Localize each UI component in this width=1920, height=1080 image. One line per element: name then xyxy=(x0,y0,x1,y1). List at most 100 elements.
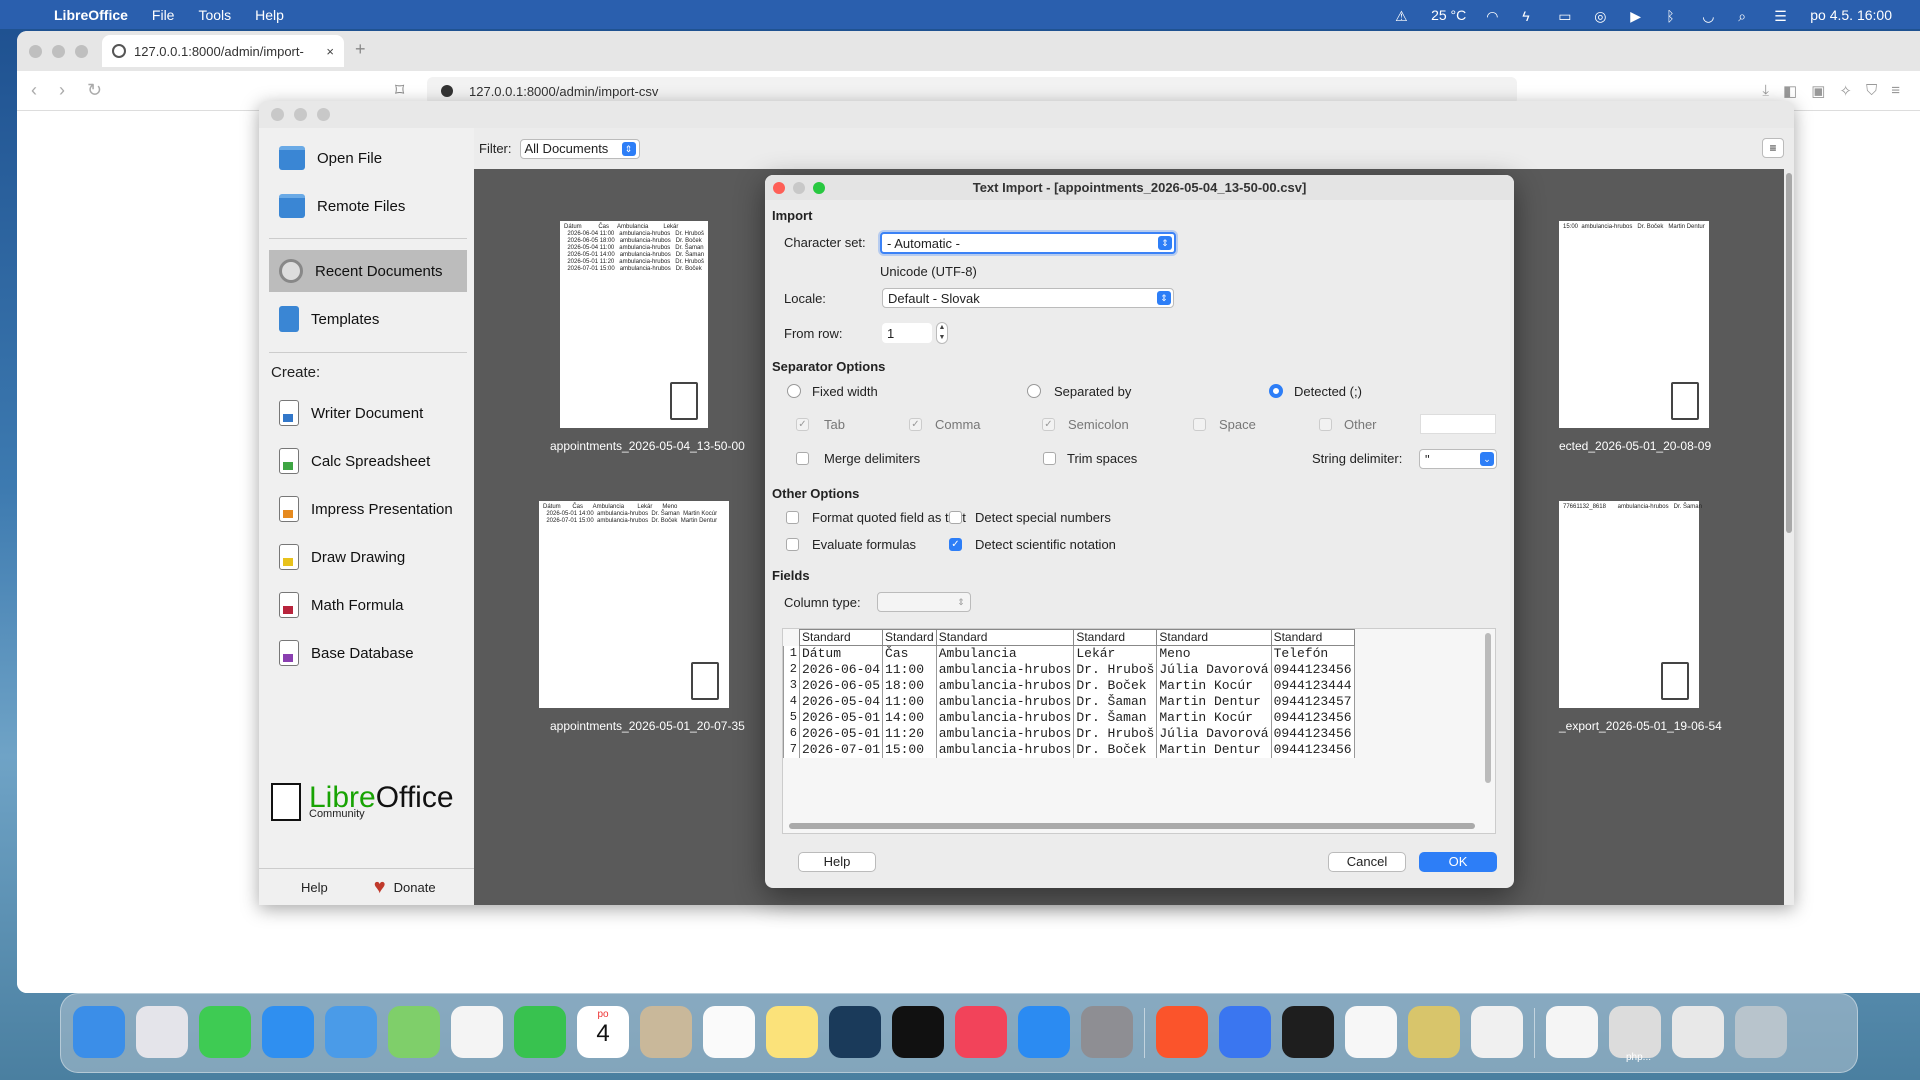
libreoffice-icon[interactable] xyxy=(1471,1006,1523,1058)
remote-files-button[interactable]: Remote Files xyxy=(269,185,467,227)
column-type-select[interactable]: ⇕ xyxy=(877,592,971,612)
create-impress-button[interactable]: Impress Presentation xyxy=(269,488,467,530)
menubar-clock[interactable]: po 4.5. 16:00 xyxy=(1810,7,1892,23)
back-icon[interactable]: ‹ xyxy=(31,80,37,101)
menu-icon[interactable]: ≡ xyxy=(1891,82,1900,100)
scrollbar-thumb[interactable] xyxy=(1786,173,1792,533)
recent-thumbnail[interactable]: 77661132_8618 ambulancia-hrubos Dr. Šama… xyxy=(1559,501,1702,708)
window-preview-icon[interactable] xyxy=(1609,1006,1661,1058)
extensions-icon[interactable]: ✧ xyxy=(1839,82,1852,100)
calendar-icon[interactable]: po 4 xyxy=(577,1006,629,1058)
browser-tab[interactable]: 127.0.0.1:8000/admin/import- × xyxy=(102,35,344,67)
dialog-minimize-button[interactable] xyxy=(793,181,805,194)
semicolon-checkbox[interactable]: ✓ xyxy=(1042,418,1055,431)
terminal-icon[interactable] xyxy=(1282,1006,1334,1058)
contacts-icon[interactable] xyxy=(640,1006,692,1058)
heart-icon[interactable]: ♥ xyxy=(374,876,386,899)
recent-file-label[interactable]: ected_2026-05-01_20-08-09 xyxy=(1559,439,1711,453)
recent-scrollbar[interactable] xyxy=(1784,169,1794,905)
create-calc-button[interactable]: Calc Spreadsheet xyxy=(269,440,467,482)
column-type-header[interactable]: Standard xyxy=(1156,629,1272,646)
search-icon[interactable]: ⌕ xyxy=(1738,8,1754,24)
recent-file-label[interactable]: appointments_2026-05-01_20-07-35 xyxy=(550,719,745,733)
recent-thumbnail[interactable]: 15:00 ambulancia-hrubos Dr. Boček Martin… xyxy=(1559,221,1709,428)
preview-vertical-scrollbar[interactable] xyxy=(1485,633,1491,783)
headphones-icon[interactable]: ◠ xyxy=(1486,8,1502,24)
wallet-icon[interactable]: ▣ xyxy=(1811,82,1825,100)
column-type-header[interactable]: Standard xyxy=(935,629,1075,646)
open-file-button[interactable]: Open File xyxy=(269,137,467,179)
signal-icon[interactable] xyxy=(1219,1006,1271,1058)
create-base-button[interactable]: Base Database xyxy=(269,632,467,674)
bookmark-icon[interactable]: ⌑ xyxy=(395,80,404,101)
evaluate-formulas-checkbox[interactable] xyxy=(786,538,799,551)
facetime-icon[interactable] xyxy=(514,1006,566,1058)
url-text[interactable]: 127.0.0.1:8000/admin/import-csv xyxy=(469,84,658,99)
recent-file-label[interactable]: _export_2026-05-01_19-06-54 xyxy=(1559,719,1722,733)
templates-button[interactable]: Templates xyxy=(269,298,467,340)
window-preview-icon[interactable] xyxy=(1672,1006,1724,1058)
control-center-icon[interactable]: ☰ xyxy=(1774,8,1790,24)
wifi-icon[interactable]: ◡ xyxy=(1702,8,1718,24)
weather-icon[interactable]: ⚠ xyxy=(1395,8,1411,24)
create-writer-button[interactable]: Writer Document xyxy=(269,392,467,434)
lo-minimize-button[interactable] xyxy=(294,108,307,121)
merge-delimiters-checkbox[interactable] xyxy=(796,452,809,465)
app-store-icon[interactable] xyxy=(1018,1006,1070,1058)
safari-icon[interactable] xyxy=(262,1006,314,1058)
charset-select[interactable]: - Automatic - ⇕ xyxy=(880,232,1176,254)
preview-horizontal-scrollbar[interactable] xyxy=(789,823,1475,829)
create-math-button[interactable]: Math Formula xyxy=(269,584,467,626)
menu-help[interactable]: Help xyxy=(255,7,284,23)
string-delimiter-select[interactable]: " ⌄ xyxy=(1419,449,1497,469)
dialog-zoom-button[interactable] xyxy=(813,181,825,194)
lo-zoom-button[interactable] xyxy=(317,108,330,121)
close-window-button[interactable] xyxy=(29,44,42,58)
column-type-header[interactable]: Standard xyxy=(882,629,937,646)
zoom-window-button[interactable] xyxy=(75,44,88,58)
reload-icon[interactable]: ↻ xyxy=(87,80,102,101)
temperature-text[interactable]: 25 °C xyxy=(1431,7,1466,23)
cyberduck-icon[interactable] xyxy=(1408,1006,1460,1058)
recent-menu-button[interactable]: ≡ xyxy=(1762,138,1784,158)
document-icon[interactable] xyxy=(1546,1006,1598,1058)
brave-icon[interactable] xyxy=(1156,1006,1208,1058)
locale-select[interactable]: Default - Slovak ⇕ xyxy=(882,288,1174,308)
music-icon[interactable] xyxy=(955,1006,1007,1058)
lo-close-button[interactable] xyxy=(271,108,284,121)
dialog-close-button[interactable] xyxy=(773,181,785,194)
vpn-icon[interactable]: ⛉ xyxy=(1866,82,1877,100)
notes-icon[interactable] xyxy=(766,1006,818,1058)
from-row-input[interactable]: 1 xyxy=(882,323,932,343)
donate-link[interactable]: Donate xyxy=(394,880,436,895)
launchpad-icon[interactable] xyxy=(136,1006,188,1058)
filter-select[interactable]: All Documents ⇕ xyxy=(519,138,640,159)
bolt-icon[interactable]: ϟ xyxy=(1522,8,1538,24)
tab-close-icon[interactable]: × xyxy=(326,44,334,59)
help-button[interactable]: Help xyxy=(798,852,876,872)
maps-icon[interactable] xyxy=(388,1006,440,1058)
detect-special-checkbox[interactable] xyxy=(949,511,962,524)
spreadsheet-icon[interactable] xyxy=(1345,1006,1397,1058)
recent-thumbnail[interactable]: Dátum Čas Ambulancia Lekár Meno 2026-05-… xyxy=(539,501,729,708)
play-icon[interactable]: ▶ xyxy=(1630,8,1646,24)
system-settings-icon[interactable] xyxy=(1081,1006,1133,1058)
other-checkbox[interactable] xyxy=(1319,418,1332,431)
reminders-icon[interactable] xyxy=(703,1006,755,1058)
site-info-icon[interactable] xyxy=(441,85,453,97)
forward-icon[interactable]: › xyxy=(59,80,65,101)
separated-by-radio[interactable] xyxy=(1027,384,1041,398)
help-link[interactable]: Help xyxy=(301,880,328,895)
from-row-stepper[interactable]: ▲ ▼ xyxy=(936,322,948,344)
photos-icon[interactable] xyxy=(451,1006,503,1058)
menu-tools[interactable]: Tools xyxy=(198,7,231,23)
airdrop-icon[interactable]: ◎ xyxy=(1594,8,1610,24)
create-draw-button[interactable]: Draw Drawing xyxy=(269,536,467,578)
freeform-icon[interactable] xyxy=(829,1006,881,1058)
fixed-width-radio[interactable] xyxy=(787,384,801,398)
ok-button[interactable]: OK xyxy=(1419,852,1497,872)
space-checkbox[interactable] xyxy=(1193,418,1206,431)
messages-icon[interactable] xyxy=(199,1006,251,1058)
tab-checkbox[interactable]: ✓ xyxy=(796,418,809,431)
other-separator-input[interactable] xyxy=(1420,414,1496,434)
